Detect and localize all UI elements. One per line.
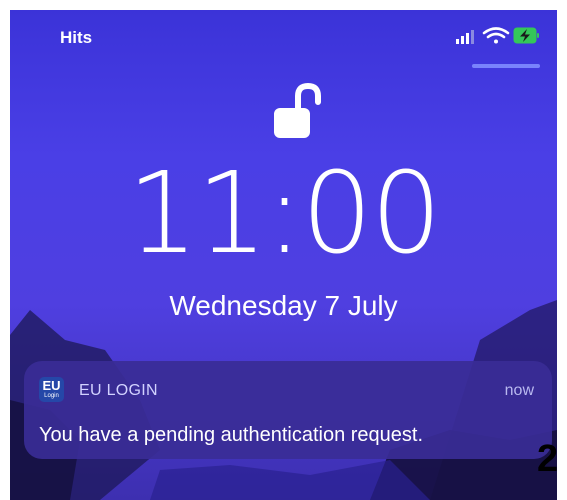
unlocked-padlock-icon xyxy=(274,82,321,138)
step-number-annotation: 2 xyxy=(537,438,559,480)
notification-time: now xyxy=(504,382,534,399)
home-indicator xyxy=(472,64,540,68)
status-icons xyxy=(456,27,539,44)
lock-screen-date: Wednesday 7 July xyxy=(169,290,398,321)
notification-app-name: EU LOGIN xyxy=(79,382,158,399)
carrier-label: Hits xyxy=(60,28,93,47)
battery-charging-icon xyxy=(513,27,539,44)
app-icon-subtext: Login xyxy=(44,393,59,399)
signal-icon xyxy=(456,30,474,44)
lock-screen-time: 11:00 xyxy=(127,149,442,279)
eu-login-app-icon: EU Login xyxy=(39,377,64,402)
notification-message: You have a pending authentication reques… xyxy=(39,424,424,446)
notification-card[interactable]: EU Login EU LOGIN now You have a pending… xyxy=(24,361,552,459)
wifi-icon xyxy=(482,27,510,44)
app-icon-text: EU xyxy=(42,378,61,393)
